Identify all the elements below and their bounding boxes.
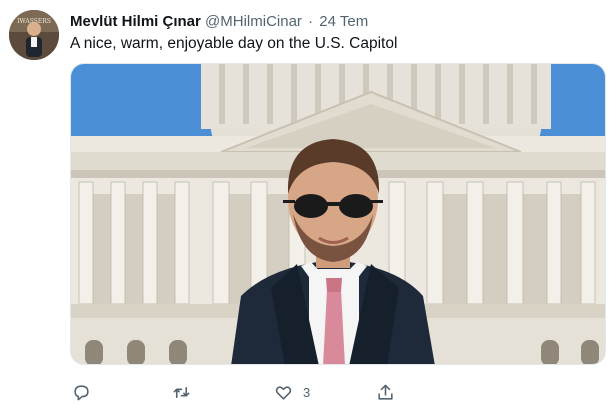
share-upload-icon: [378, 384, 393, 400]
retweet-button[interactable]: [172, 378, 191, 406]
tweet-photo[interactable]: [70, 63, 606, 365]
timestamp[interactable]: 24 Tem: [319, 13, 368, 30]
speech-bubble-icon: [74, 384, 89, 400]
tweet: IWASSERS Mevlüt Hilmi Çınar @MHilmiCinar…: [0, 0, 616, 412]
avatar[interactable]: IWASSERS: [9, 10, 59, 60]
svg-text:IWASSERS: IWASSERS: [17, 18, 51, 25]
like-button[interactable]: 3: [274, 378, 310, 406]
reply-button[interactable]: [72, 378, 91, 406]
tweet-header: Mevlüt Hilmi Çınar @MHilmiCinar · 24 Tem: [70, 12, 368, 32]
tweet-text: A nice, warm, enjoyable day on the U.S. …: [70, 35, 398, 52]
like-count: 3: [303, 384, 311, 400]
user-handle[interactable]: @MHilmiCinar: [205, 13, 302, 30]
heart-icon: [275, 385, 292, 400]
separator: ·: [308, 13, 314, 30]
retweet-arrows-icon: [173, 386, 190, 398]
tweet-actions: 3: [70, 378, 606, 406]
capitol-photo: [71, 64, 605, 364]
share-button[interactable]: [376, 378, 395, 406]
avatar-image: IWASSERS: [9, 10, 59, 60]
display-name[interactable]: Mevlüt Hilmi Çınar: [70, 13, 201, 30]
